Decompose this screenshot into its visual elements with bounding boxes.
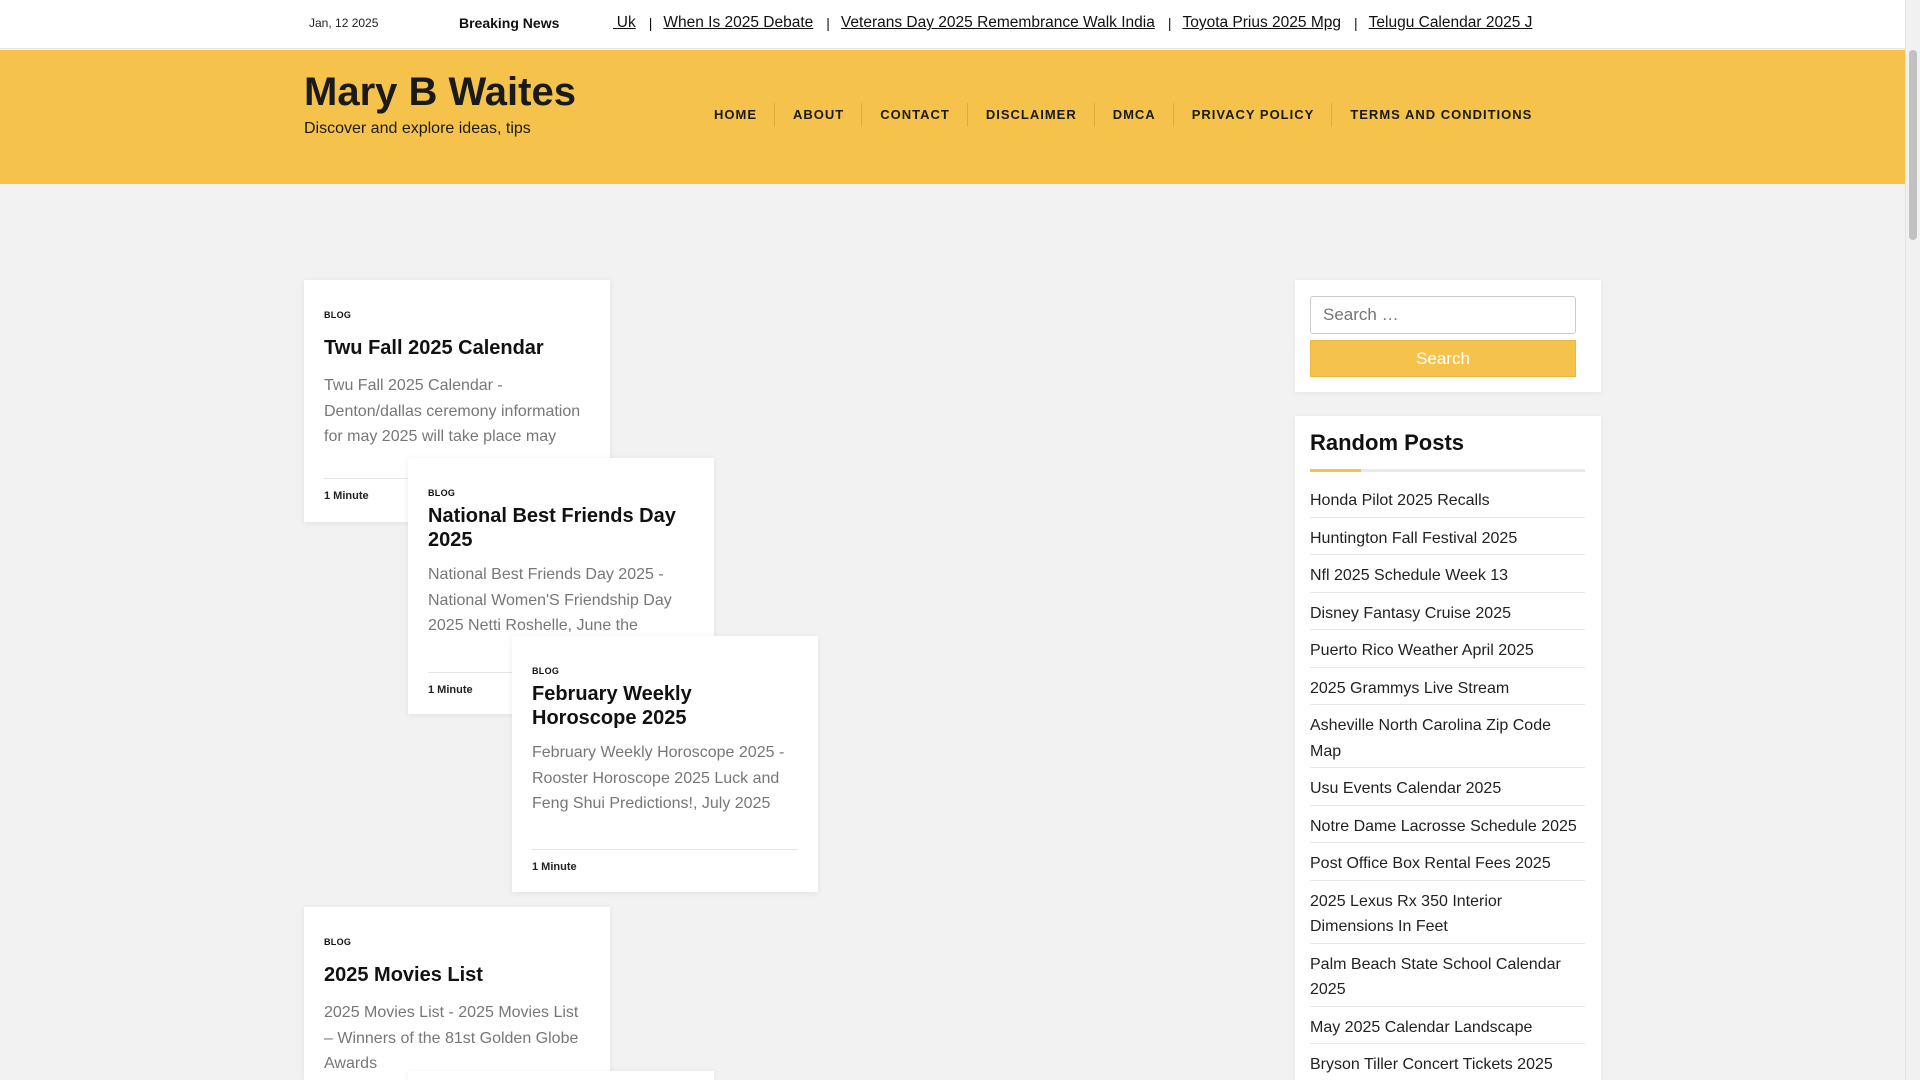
ticker-link[interactable]: When Is 2025 Debate	[663, 14, 813, 32]
post-card	[408, 1071, 714, 1080]
random-post-link[interactable]: Nfl 2025 Schedule Week 13	[1310, 561, 1585, 593]
post-category[interactable]: BLOG	[532, 666, 559, 676]
random-post-link[interactable]: Bryson Tiller Concert Tickets 2025	[1310, 1050, 1585, 1080]
page-scrollbar[interactable]	[1905, 0, 1920, 1080]
post-divider	[532, 849, 798, 850]
ticker-link[interactable]: Telugu Calendar 2025 J	[1369, 14, 1533, 32]
post-read-time: 1 Minute	[428, 684, 473, 696]
post-category[interactable]: BLOG	[324, 937, 351, 947]
nav-contact[interactable]: CONTACT	[862, 103, 968, 127]
nav-about[interactable]: ABOUT	[775, 103, 863, 127]
search-input[interactable]	[1310, 296, 1576, 334]
widget-title: Random Posts	[1310, 430, 1465, 455]
main-nav: HOME ABOUT CONTACT DISCLAIMER DMCA PRIVA…	[696, 103, 1549, 127]
post-card: BLOG February Weekly Horoscope 2025 Febr…	[512, 636, 818, 892]
top-bar: Jan, 12 2025 Breaking News Calendars 202…	[0, 0, 1905, 49]
nav-disclaimer[interactable]: DISCLAIMER	[968, 103, 1095, 127]
ticker-separator: |	[1354, 15, 1358, 31]
random-post-link[interactable]: Post Office Box Rental Fees 2025	[1310, 849, 1585, 881]
random-posts-widget: Random Posts Honda Pilot 2025 Recalls Hu…	[1295, 416, 1601, 1080]
post-title[interactable]: National Best Friends Day 2025	[428, 504, 694, 552]
post-excerpt: February Weekly Horoscope 2025 - Rooster…	[532, 744, 785, 812]
post-excerpt: 2025 Movies List - 2025 Movies List – Wi…	[324, 1004, 579, 1072]
breaking-news-label: Breaking News	[459, 15, 560, 31]
breaking-news-ticker: Calendars 2025 Uk | When Is 2025 Debate …	[613, 14, 1623, 36]
post-title[interactable]: 2025 Movies List	[324, 963, 590, 987]
post-read-time: 1 Minute	[324, 490, 369, 502]
nav-home[interactable]: HOME	[696, 103, 775, 127]
ticker-separator: |	[1167, 15, 1172, 31]
random-post-link[interactable]: Palm Beach State School Calendar 2025	[1310, 950, 1585, 1007]
site-title[interactable]: Mary B Waites	[304, 70, 576, 115]
random-post-link[interactable]: May 2025 Calendar Landscape	[1310, 1013, 1585, 1044]
random-post-link[interactable]: Puerto Rico Weather April 2025	[1310, 636, 1585, 668]
widget-title-accent	[1310, 469, 1361, 472]
random-post-link[interactable]: 2025 Grammys Live Stream	[1310, 674, 1585, 705]
random-post-link[interactable]: 2025 Lexus Rx 350 Interior Dimensions In…	[1310, 887, 1585, 944]
post-excerpt: National Best Friends Day 2025 - Nationa…	[428, 566, 672, 634]
post-read-time: 1 Minute	[532, 861, 577, 873]
ticker-link[interactable]: Toyota Prius 2025 Mpg	[1182, 14, 1341, 32]
post-card: BLOG 2025 Movies List 2025 Movies List -…	[304, 907, 610, 1080]
nav-terms-and-conditions[interactable]: TERMS AND CONDITIONS	[1332, 103, 1549, 127]
ticker-separator: |	[648, 15, 653, 31]
site-tagline: Discover and explore ideas, tips	[304, 120, 531, 137]
nav-dmca[interactable]: DMCA	[1095, 103, 1174, 127]
post-category[interactable]: BLOG	[324, 310, 351, 320]
random-post-link[interactable]: Disney Fantasy Cruise 2025	[1310, 599, 1585, 630]
ticker-link[interactable]: Veterans Day 2025 Remembrance Walk India	[841, 14, 1155, 32]
post-title[interactable]: February Weekly Horoscope 2025	[532, 682, 798, 730]
random-post-link[interactable]: Asheville North Carolina Zip Code Map	[1310, 711, 1585, 768]
search-button[interactable]: Search	[1310, 340, 1576, 377]
post-excerpt: Twu Fall 2025 Calendar - Denton/dallas c…	[324, 377, 581, 445]
ticker-link[interactable]: Calendars 2025 Uk	[613, 14, 636, 32]
random-post-link[interactable]: Huntington Fall Festival 2025	[1310, 524, 1585, 555]
post-title[interactable]: Twu Fall 2025 Calendar	[324, 336, 590, 360]
random-post-link[interactable]: Honda Pilot 2025 Recalls	[1310, 486, 1585, 518]
search-widget: Search	[1295, 280, 1601, 392]
site-header: Mary B Waites Discover and explore ideas…	[0, 50, 1905, 184]
random-posts-list: Honda Pilot 2025 Recalls Huntington Fall…	[1310, 486, 1585, 1080]
post-category[interactable]: BLOG	[428, 488, 455, 498]
scrollbar-thumb[interactable]	[1909, 50, 1917, 240]
current-date: Jan, 12 2025	[309, 16, 379, 30]
ticker-separator: |	[826, 15, 830, 31]
random-post-link[interactable]: Notre Dame Lacrosse Schedule 2025	[1310, 812, 1585, 843]
random-post-link[interactable]: Usu Events Calendar 2025	[1310, 774, 1585, 806]
nav-privacy-policy[interactable]: PRIVACY POLICY	[1174, 103, 1333, 127]
